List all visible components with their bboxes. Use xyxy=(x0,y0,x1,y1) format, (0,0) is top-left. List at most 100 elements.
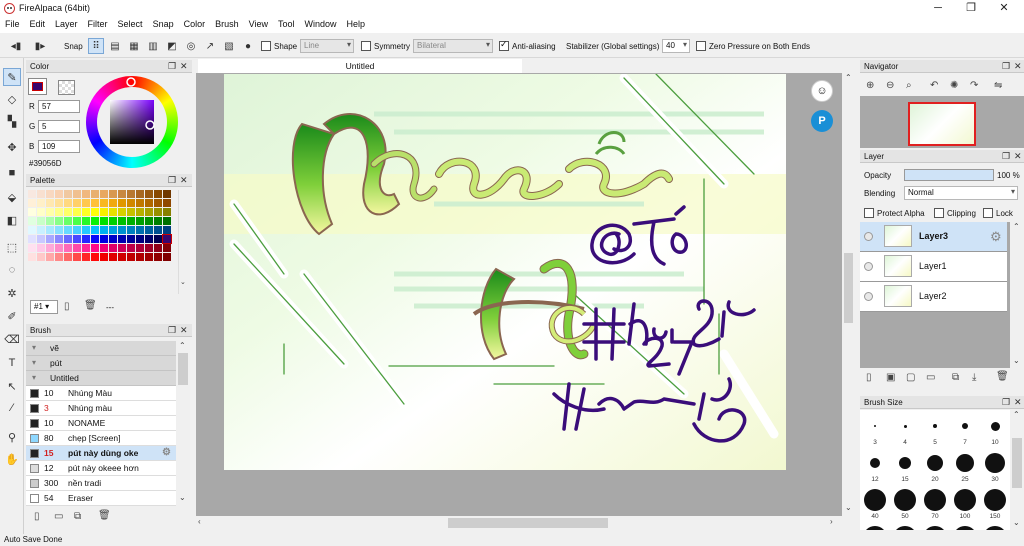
palette-swatch[interactable] xyxy=(118,235,126,243)
snap-off-icon[interactable]: ⠿ xyxy=(88,38,104,54)
zoom-out-icon[interactable]: ⊖ xyxy=(886,80,894,91)
panel-close-icon[interactable]: ✕ xyxy=(1014,61,1022,72)
palette-swatch[interactable] xyxy=(163,253,171,261)
palette-swatch[interactable] xyxy=(136,244,144,252)
brush-size-dot[interactable] xyxy=(956,454,974,472)
palette-swatch[interactable] xyxy=(109,235,117,243)
palette-swatch[interactable] xyxy=(55,226,63,234)
select-eraser-tool-icon[interactable]: ⌫ xyxy=(3,330,21,348)
text-tool-icon[interactable]: T xyxy=(3,354,21,372)
visibility-icon[interactable] xyxy=(864,262,873,271)
palette-swatch[interactable] xyxy=(136,217,144,225)
brush-size-dot[interactable] xyxy=(990,421,1000,431)
brush-size-dot[interactable] xyxy=(874,425,876,427)
rotate-left-icon[interactable]: ↶ xyxy=(930,80,938,91)
dot-tool-icon[interactable]: ▚ xyxy=(3,112,21,130)
delete-palette-icon[interactable]: 🗑 xyxy=(84,300,97,311)
brush-item[interactable]: 80 chẹp [Screen] xyxy=(26,431,176,446)
palette-swatch[interactable] xyxy=(163,244,171,252)
palette-swatch[interactable] xyxy=(154,244,162,252)
palette-swatch[interactable] xyxy=(109,226,117,234)
menu-select[interactable]: Select xyxy=(113,17,148,33)
divide-tool-icon[interactable]: ⁄ xyxy=(3,399,21,417)
snap-cross-icon[interactable]: ▥ xyxy=(145,38,161,54)
operation-tool-icon[interactable]: ↖ xyxy=(3,377,21,395)
menu-layer[interactable]: Layer xyxy=(50,17,83,33)
palette-swatch[interactable] xyxy=(64,217,72,225)
artwork-canvas[interactable] xyxy=(224,73,786,470)
gear-icon[interactable]: ⚙ xyxy=(162,447,171,458)
navigator-preview[interactable] xyxy=(860,96,1024,148)
palette-swatch[interactable] xyxy=(100,226,108,234)
brush-size-dot[interactable] xyxy=(983,526,1007,530)
palette-swatch[interactable] xyxy=(91,244,99,252)
menu-filter[interactable]: Filter xyxy=(83,17,113,33)
brush-item[interactable]: 3 Nhúng màu xyxy=(26,401,176,416)
palette-swatch[interactable] xyxy=(64,235,72,243)
palette-swatch[interactable] xyxy=(73,235,81,243)
palette-swatch[interactable] xyxy=(28,208,36,216)
magic-wand-tool-icon[interactable]: ✲ xyxy=(3,284,21,302)
palette-index-dropdown[interactable]: #1 ▾ xyxy=(30,300,58,314)
fill-rect-tool-icon[interactable]: ■ xyxy=(3,164,21,182)
palette-swatch[interactable] xyxy=(145,190,153,198)
palette-swatch[interactable] xyxy=(82,190,90,198)
delete-layer-icon[interactable]: 🗑 xyxy=(996,371,1009,382)
layer-row[interactable]: Layer3 ⚙ xyxy=(860,222,1007,252)
palette-swatch[interactable] xyxy=(37,190,45,198)
palette-swatch[interactable] xyxy=(91,226,99,234)
menu-window[interactable]: Window xyxy=(300,17,342,33)
menu-snap[interactable]: Snap xyxy=(148,17,179,33)
palette-swatch[interactable] xyxy=(154,235,162,243)
menu-edit[interactable]: Edit xyxy=(25,17,51,33)
brush-size-dot[interactable] xyxy=(927,455,943,471)
palette-swatch[interactable] xyxy=(109,190,117,198)
palette-swatch[interactable] xyxy=(64,190,72,198)
duplicate-brush-icon[interactable]: ⧉ xyxy=(74,511,81,522)
palette-swatch[interactable] xyxy=(100,217,108,225)
palette-swatch[interactable] xyxy=(100,235,108,243)
lock-option[interactable]: Lock xyxy=(983,207,1013,219)
panel-close-icon[interactable]: ✕ xyxy=(1014,151,1022,162)
eraser-tool-icon[interactable]: ◇ xyxy=(3,90,21,108)
brush-size-grid[interactable]: 3 4 5 7 10 12 15 20 25 30 40 50 70 100 150 xyxy=(860,410,1010,530)
menu-tool[interactable]: Tool xyxy=(273,17,300,33)
palette-swatch[interactable] xyxy=(82,235,90,243)
palette-swatch[interactable] xyxy=(82,226,90,234)
secondary-color-swatch[interactable] xyxy=(58,80,75,95)
palette-swatch[interactable] xyxy=(73,253,81,261)
layer-row[interactable]: Layer2 xyxy=(860,282,1007,312)
merge-down-icon[interactable]: ⤓ xyxy=(972,372,976,383)
brush-item[interactable]: 10 NONAME xyxy=(26,416,176,431)
palette-swatch[interactable] xyxy=(127,190,135,198)
palette-swatch[interactable] xyxy=(136,226,144,234)
palette-swatch[interactable] xyxy=(91,217,99,225)
brush-item[interactable]: 10 Nhúng Màu xyxy=(26,386,176,401)
brush-size-dot[interactable] xyxy=(924,489,946,511)
palette-swatch[interactable] xyxy=(28,190,36,198)
palette-swatch[interactable] xyxy=(100,190,108,198)
palette-swatch[interactable] xyxy=(91,253,99,261)
minimize-button[interactable]: ─ xyxy=(924,1,952,15)
palette-swatch[interactable] xyxy=(46,190,54,198)
brush-item[interactable]: 15 pút này dùng oke ⚙ xyxy=(26,446,176,461)
palette-swatch[interactable] xyxy=(136,199,144,207)
palette-swatch[interactable] xyxy=(64,226,72,234)
palette-swatch[interactable] xyxy=(55,217,63,225)
shape-dropdown[interactable]: Line xyxy=(300,39,354,53)
panel-close-icon[interactable]: ✕ xyxy=(180,61,188,72)
palette-swatch[interactable] xyxy=(82,253,90,261)
palette-swatch[interactable] xyxy=(154,217,162,225)
move-tool-icon[interactable]: ✥ xyxy=(3,138,21,156)
palette-swatch[interactable] xyxy=(127,244,135,252)
palette-swatch[interactable] xyxy=(118,190,126,198)
palette-swatch[interactable] xyxy=(145,217,153,225)
zero-pressure-checkbox[interactable] xyxy=(696,41,706,51)
palette-swatch[interactable] xyxy=(154,190,162,198)
palette-swatch[interactable] xyxy=(37,199,45,207)
palette-swatch[interactable] xyxy=(145,235,153,243)
snap-radial-icon[interactable]: ◩ xyxy=(164,38,180,54)
palette-swatch[interactable] xyxy=(100,244,108,252)
palette-scrollbar[interactable]: ⌄ xyxy=(178,190,188,294)
brush-size-dot[interactable] xyxy=(985,453,1005,473)
